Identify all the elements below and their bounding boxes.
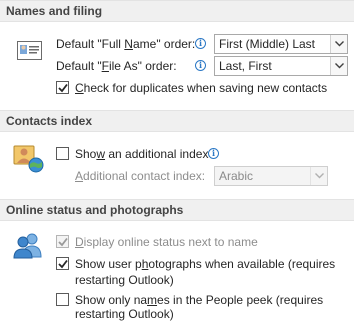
show-photos-checkbox[interactable]: [56, 257, 69, 270]
additional-index-label: Additional contact index:: [75, 169, 206, 183]
file-as-order-value: Last, First: [219, 59, 272, 73]
chevron-down-icon[interactable]: [310, 167, 327, 185]
checkmark-icon: [58, 237, 68, 247]
show-photos-label-line2[interactable]: restarting Outlook): [75, 272, 174, 288]
display-status-label: Display online status next to name: [75, 235, 258, 249]
additional-index-value: Arabic: [219, 169, 254, 183]
show-index-checkbox[interactable]: [56, 147, 69, 160]
show-photos-label[interactable]: Show user photographs when available (re…: [75, 256, 335, 272]
full-name-order-value: First (Middle) Last: [219, 37, 316, 51]
checkmark-icon: [58, 259, 68, 269]
duplicates-checkbox[interactable]: [56, 81, 69, 94]
info-icon[interactable]: i: [195, 38, 206, 49]
contacts-globe-icon: [13, 143, 45, 173]
info-icon[interactable]: i: [208, 148, 219, 159]
online-status-header: Online status and photographs: [0, 199, 354, 221]
names-filing-header: Names and filing: [0, 0, 354, 22]
file-as-order-label: Default "File As" order:: [56, 59, 177, 73]
full-name-order-select[interactable]: First (Middle) Last: [214, 34, 348, 54]
additional-index-select[interactable]: Arabic: [214, 166, 328, 186]
show-names-checkbox[interactable]: [56, 293, 69, 306]
contacts-index-header: Contacts index: [0, 110, 354, 132]
show-names-label-line2[interactable]: restarting Outlook): [75, 306, 174, 322]
duplicates-label[interactable]: Check for duplicates when saving new con…: [75, 80, 327, 96]
display-status-checkbox[interactable]: [56, 235, 69, 248]
contact-card-icon: [17, 40, 43, 62]
people-icon: [13, 231, 43, 259]
show-index-label[interactable]: Show an additional index: [75, 146, 208, 162]
info-icon[interactable]: i: [195, 60, 206, 71]
chevron-down-icon[interactable]: [330, 35, 347, 53]
full-name-order-label: Default "Full Name" order:: [56, 37, 196, 51]
file-as-order-select[interactable]: Last, First: [214, 56, 348, 76]
checkmark-icon: [58, 83, 68, 93]
chevron-down-icon[interactable]: [330, 57, 347, 75]
